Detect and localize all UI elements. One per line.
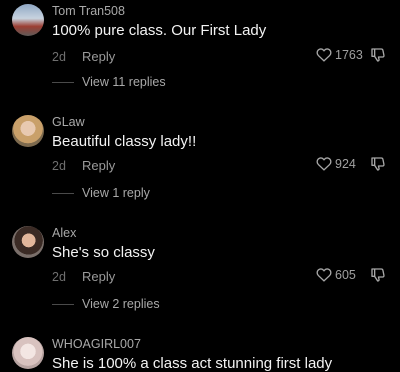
avatar[interactable] — [12, 4, 44, 36]
view-replies-button[interactable]: View 2 replies — [82, 297, 160, 311]
comment-username[interactable]: Alex — [52, 226, 76, 240]
avatar[interactable] — [12, 337, 44, 369]
replies-divider — [52, 82, 74, 83]
like-button[interactable]: 924 — [316, 156, 356, 171]
like-button[interactable]: 1763 — [316, 47, 363, 62]
dislike-button[interactable] — [370, 47, 386, 63]
heart-outline-icon — [316, 48, 332, 62]
reply-button[interactable]: Reply — [82, 158, 115, 173]
comment-text: 100% pure class. Our First Lady — [52, 22, 267, 39]
like-count: 1763 — [335, 47, 363, 62]
view-replies-button[interactable]: View 11 replies — [82, 75, 166, 89]
thumb-down-outline-icon — [371, 268, 385, 282]
like-count: 924 — [335, 156, 356, 171]
comment-username[interactable]: Tom Tran508 — [52, 4, 125, 18]
like-button[interactable]: 605 — [316, 267, 356, 282]
avatar[interactable] — [12, 115, 44, 147]
thumb-down-outline-icon — [371, 157, 385, 171]
comment-username[interactable]: WHOAGIRL007 — [52, 337, 141, 351]
comment-age: 2d — [52, 270, 66, 284]
comment-text: She is 100% a class act stunning first l… — [52, 355, 333, 372]
dislike-button[interactable] — [370, 267, 386, 283]
thumb-down-outline-icon — [371, 48, 385, 62]
like-count: 605 — [335, 267, 356, 282]
replies-divider — [52, 304, 74, 305]
heart-outline-icon — [316, 268, 332, 282]
comment-text: Beautiful classy lady!! — [52, 133, 197, 150]
avatar[interactable] — [12, 226, 44, 258]
heart-outline-icon — [316, 157, 332, 171]
view-replies-button[interactable]: View 1 reply — [82, 186, 150, 200]
comment-age: 2d — [52, 159, 66, 173]
comment-username[interactable]: GLaw — [52, 115, 85, 129]
comment-age: 2d — [52, 50, 66, 64]
reply-button[interactable]: Reply — [82, 269, 115, 284]
dislike-button[interactable] — [370, 156, 386, 172]
replies-divider — [52, 193, 74, 194]
reply-button[interactable]: Reply — [82, 49, 115, 64]
comment-text: She's so classy — [52, 244, 155, 261]
